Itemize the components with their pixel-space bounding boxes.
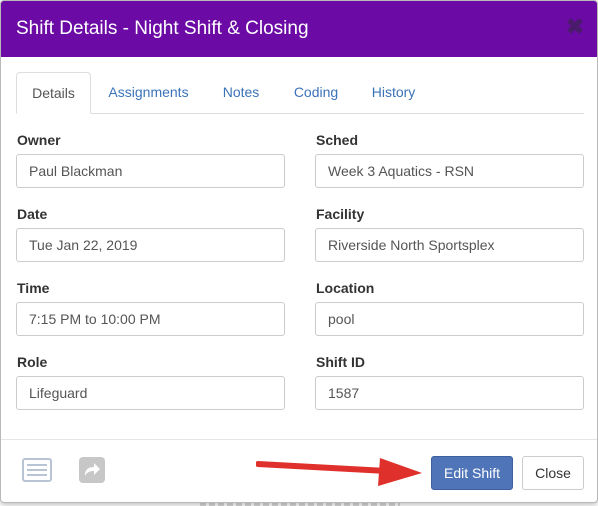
shift-details-dialog: Shift Details - Night Shift & Closing ✖ … bbox=[0, 0, 598, 503]
tab-notes[interactable]: Notes bbox=[206, 72, 276, 113]
date-field[interactable] bbox=[16, 228, 285, 262]
shift-id-label: Shift ID bbox=[316, 354, 365, 370]
close-button[interactable]: Close bbox=[522, 456, 584, 490]
time-label: Time bbox=[17, 280, 50, 296]
dialog-title: Shift Details - Night Shift & Closing bbox=[16, 18, 309, 39]
facility-label: Facility bbox=[316, 206, 365, 222]
edit-shift-button[interactable]: Edit Shift bbox=[431, 456, 513, 490]
sched-label: Sched bbox=[316, 132, 359, 148]
footer-divider bbox=[1, 439, 597, 440]
shift-id-field[interactable] bbox=[315, 376, 584, 410]
red-arrow-icon bbox=[255, 454, 428, 497]
facility-field[interactable] bbox=[315, 228, 584, 262]
tab-coding[interactable]: Coding bbox=[276, 72, 356, 113]
page: Shift Details - Night Shift & Closing ✖ … bbox=[0, 0, 598, 506]
owner-label: Owner bbox=[17, 132, 61, 148]
close-icon[interactable]: ✖ bbox=[565, 15, 585, 39]
tab-history[interactable]: History bbox=[356, 72, 431, 113]
list-icon[interactable] bbox=[22, 458, 52, 487]
time-field[interactable] bbox=[16, 302, 285, 336]
dialog-header: Shift Details - Night Shift & Closing ✖ bbox=[1, 1, 597, 57]
location-label: Location bbox=[316, 280, 375, 296]
role-label: Role bbox=[17, 354, 48, 370]
role-field[interactable] bbox=[16, 376, 285, 410]
sched-field[interactable] bbox=[315, 154, 584, 188]
location-field[interactable] bbox=[315, 302, 584, 336]
tab-bar: Details Assignments Notes Coding History bbox=[16, 72, 584, 114]
date-label: Date bbox=[17, 206, 48, 222]
tab-details[interactable]: Details bbox=[16, 72, 91, 114]
owner-field[interactable] bbox=[16, 154, 285, 188]
tab-assignments[interactable]: Assignments bbox=[91, 72, 206, 113]
share-arrow-icon[interactable] bbox=[79, 457, 105, 488]
